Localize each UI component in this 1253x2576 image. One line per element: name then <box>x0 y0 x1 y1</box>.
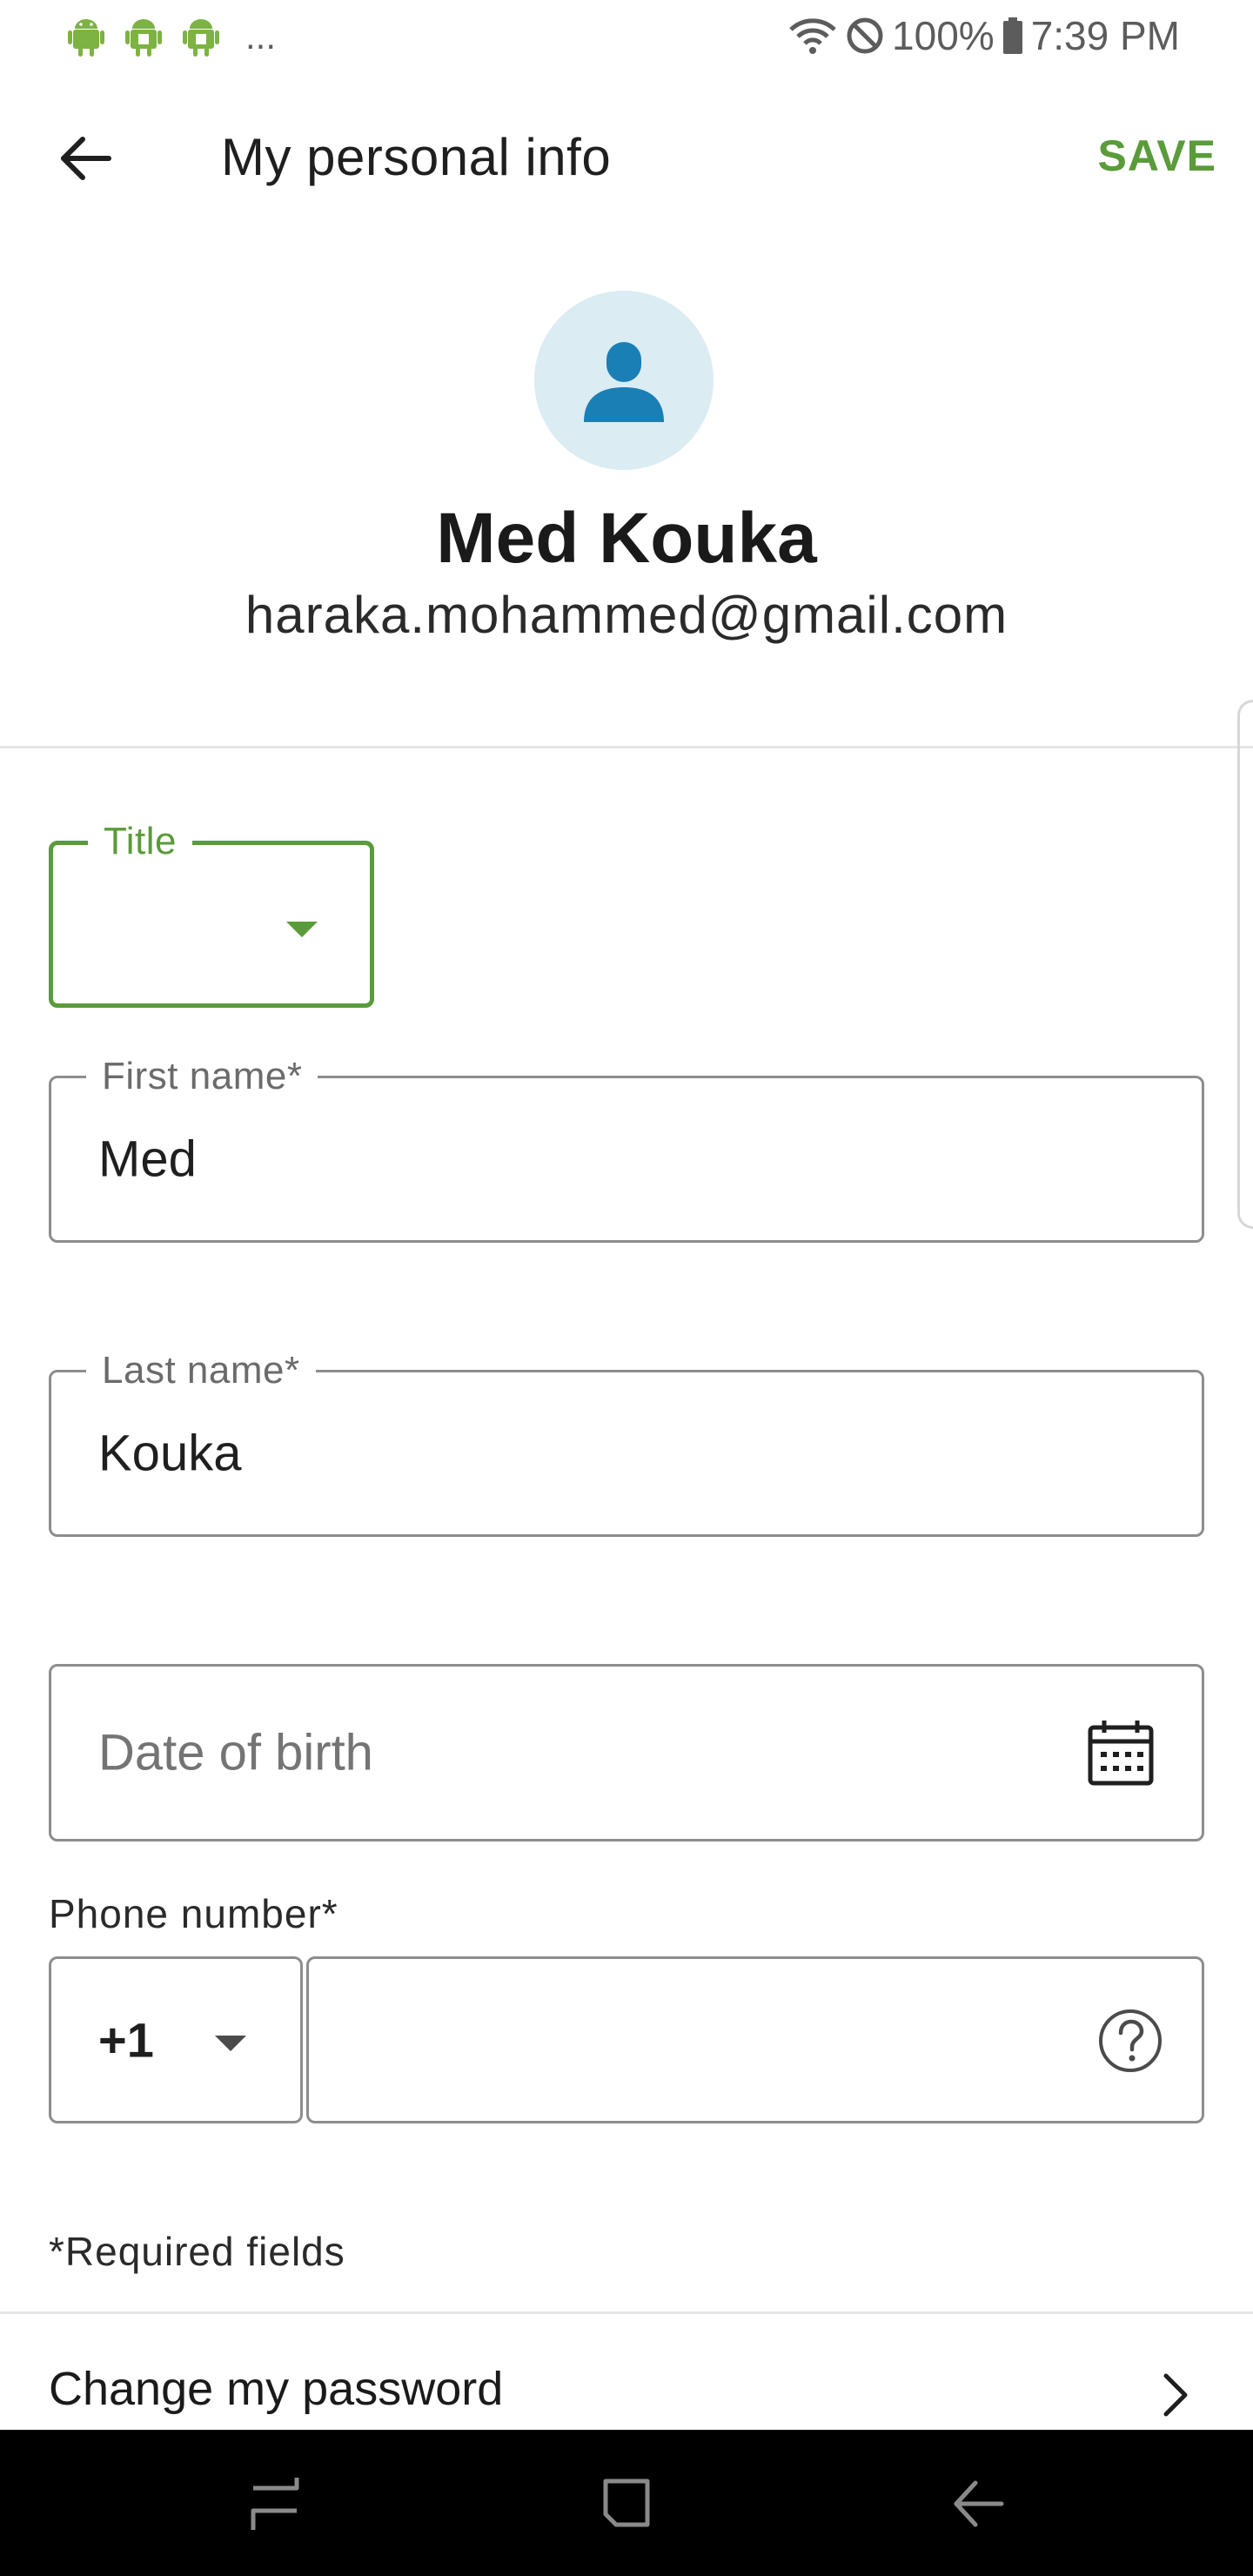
country-code-dropdown[interactable]: +1 <box>49 1956 303 2123</box>
help-icon[interactable] <box>1097 2008 1163 2074</box>
last-name-field[interactable]: Last name* Kouka <box>49 1352 1204 1537</box>
battery-percent: 100% <box>892 13 995 58</box>
clock: 7:39 PM <box>1030 13 1180 58</box>
date-of-birth-placeholder: Date of birth <box>98 1724 373 1781</box>
recent-apps-icon <box>251 2478 299 2530</box>
phone-number-input[interactable] <box>306 1956 1204 2123</box>
first-name-field[interactable]: First name* Med <box>49 1057 1204 1243</box>
title-label: Title <box>88 822 192 861</box>
last-name-label: Last name* <box>86 1352 316 1390</box>
country-code-value: +1 <box>98 2012 154 2068</box>
wifi-icon <box>789 18 836 54</box>
first-name-label: First name* <box>86 1057 318 1096</box>
save-button[interactable]: SAVE <box>1098 131 1216 181</box>
arrow-left-icon <box>61 137 111 180</box>
divider <box>0 746 1253 748</box>
status-bar: ... 100% 7:39 PM <box>0 0 1253 78</box>
required-fields-note: *Required fields <box>49 2229 345 2274</box>
divider <box>0 2311 1253 2314</box>
avatar[interactable] <box>534 291 714 470</box>
notification-overflow: ... <box>245 16 277 57</box>
change-password-label: Change my password <box>49 2363 504 2415</box>
home-button[interactable] <box>587 2465 666 2543</box>
last-name-value: Kouka <box>98 1425 242 1482</box>
back-button[interactable] <box>50 124 120 193</box>
profile-name: Med Kouka <box>436 499 817 578</box>
notification-icons: ... <box>68 16 276 57</box>
page-title: My personal info <box>221 128 612 186</box>
system-nav-bar <box>0 2430 1253 2576</box>
nav-back-button[interactable] <box>938 2465 1016 2543</box>
calendar-icon[interactable] <box>1087 1719 1155 1787</box>
caret-down-icon <box>286 922 318 937</box>
profile-email: haraka.mohammed@gmail.com <box>245 586 1008 644</box>
home-icon <box>603 2479 650 2527</box>
app-bar: My personal info SAVE <box>0 104 1253 212</box>
caret-down-icon <box>215 2036 246 2051</box>
chevron-right-icon <box>1163 2373 1188 2417</box>
change-password-link[interactable]: Change my password <box>0 2350 1253 2428</box>
recent-apps-button[interactable] <box>237 2465 315 2543</box>
android-notification-icon <box>125 19 162 57</box>
edge-panel-handle[interactable] <box>1237 700 1253 1229</box>
android-notification-icon <box>183 19 219 57</box>
battery-icon <box>1002 17 1022 54</box>
date-of-birth-field[interactable]: Date of birth <box>49 1664 1204 1841</box>
system-status: 100% 7:39 PM <box>787 12 1180 59</box>
do-not-disturb-icon <box>847 17 883 54</box>
phone-number-label: Phone number* <box>49 1891 338 1936</box>
back-icon <box>954 2480 1004 2527</box>
first-name-value: Med <box>98 1130 197 1188</box>
person-icon <box>584 342 664 422</box>
android-notification-icon <box>68 19 104 57</box>
title-dropdown[interactable]: Title <box>49 822 374 1008</box>
screen: ... 100% 7:39 PM My personal info SAVE M… <box>0 0 1253 2576</box>
